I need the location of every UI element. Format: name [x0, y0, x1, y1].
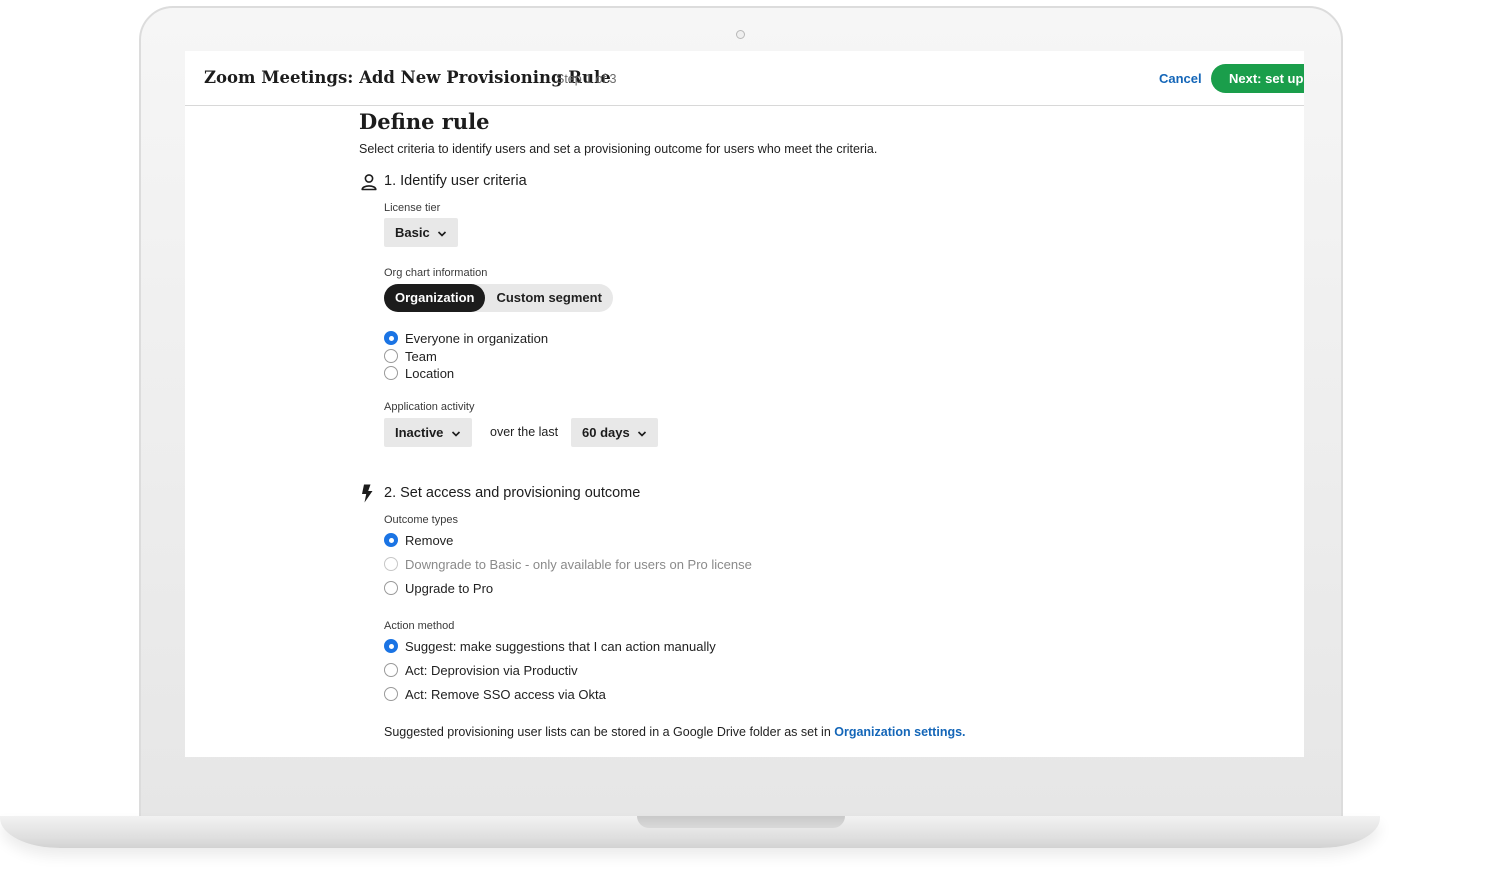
laptop-notch: [637, 816, 845, 828]
person-icon: [361, 174, 377, 191]
radio-remove-sso-okta[interactable]: Act: Remove SSO access via Okta: [384, 685, 606, 703]
activity-period-value: 60 days: [582, 425, 630, 440]
radio-button[interactable]: [384, 366, 398, 380]
radio-button[interactable]: [384, 331, 398, 345]
chevron-down-icon: [638, 430, 647, 437]
radio-suggest[interactable]: Suggest: make suggestions that I can act…: [384, 637, 716, 655]
radio-button[interactable]: [384, 663, 398, 677]
activity-status-dropdown[interactable]: Inactive: [384, 418, 473, 447]
form-heading: Define rule: [359, 109, 490, 134]
org-chart-label: Org chart information: [384, 267, 488, 279]
radio-label: Remove: [405, 532, 454, 548]
radio-label: Location: [405, 365, 455, 381]
chevron-down-icon: [451, 430, 461, 437]
camera-icon: [736, 30, 745, 39]
radio-label: Upgrade to Pro: [405, 580, 494, 596]
radio-team[interactable]: Team: [384, 347, 437, 365]
license-tier-dropdown[interactable]: Basic: [384, 218, 459, 247]
lightning-icon: [362, 484, 373, 503]
radio-button[interactable]: [384, 687, 398, 701]
radio-button: [384, 557, 398, 571]
form-subtitle: Select criteria to identify users and se…: [359, 142, 878, 156]
radio-label: Suggest: make suggestions that I can act…: [405, 638, 716, 654]
organization-settings-link[interactable]: Organization settings.: [834, 725, 965, 739]
radio-downgrade-to-basic: Downgrade to Basic - only available for …: [384, 555, 752, 573]
next-button[interactable]: Next: set up u: [1211, 64, 1304, 93]
cancel-button[interactable]: Cancel: [1159, 71, 1202, 86]
radio-button[interactable]: [384, 533, 398, 547]
footnote-text: Suggested provisioning user lists can be…: [384, 725, 835, 739]
action-method-label: Action method: [384, 620, 455, 632]
radio-everyone-in-organization[interactable]: Everyone in organization: [384, 329, 548, 347]
over-the-last-text: over the last: [490, 425, 559, 439]
step-indicator: Step 1 of 3: [556, 72, 617, 86]
activity-status-value: Inactive: [395, 425, 444, 440]
radio-button[interactable]: [384, 581, 398, 595]
page-title: Zoom Meetings: Add New Provisioning Rule: [204, 68, 611, 87]
section-identify-title: 1. Identify user criteria: [384, 173, 527, 189]
tab-custom-segment[interactable]: Custom segment: [485, 284, 612, 312]
radio-label: Act: Remove SSO access via Okta: [405, 686, 606, 702]
license-tier-value: Basic: [395, 225, 430, 240]
radio-label: Everyone in organization: [405, 330, 549, 346]
radio-label: Team: [405, 348, 437, 364]
application-activity-label: Application activity: [384, 401, 475, 413]
section-outcome-title: 2. Set access and provisioning outcome: [384, 485, 641, 501]
radio-remove[interactable]: Remove: [384, 531, 453, 549]
chevron-down-icon: [438, 230, 447, 237]
org-chart-toggle: Organization Custom segment: [384, 284, 613, 312]
activity-period-dropdown[interactable]: 60 days: [571, 418, 659, 447]
radio-label: Downgrade to Basic - only available for …: [405, 556, 752, 572]
app-screen: Zoom Meetings: Add New Provisioning Rule…: [185, 51, 1304, 757]
outcome-types-label: Outcome types: [384, 514, 458, 526]
tab-organization[interactable]: Organization: [384, 284, 486, 312]
radio-location[interactable]: Location: [384, 364, 454, 382]
radio-label: Act: Deprovision via Productiv: [405, 662, 578, 678]
storage-footnote: Suggested provisioning user lists can be…: [384, 725, 966, 739]
top-bar: Zoom Meetings: Add New Provisioning Rule…: [185, 51, 1304, 106]
radio-upgrade-to-pro[interactable]: Upgrade to Pro: [384, 579, 493, 597]
license-tier-label: License tier: [384, 202, 441, 214]
radio-button[interactable]: [384, 349, 398, 363]
radio-deprovision-productiv[interactable]: Act: Deprovision via Productiv: [384, 661, 578, 679]
radio-button[interactable]: [384, 639, 398, 653]
